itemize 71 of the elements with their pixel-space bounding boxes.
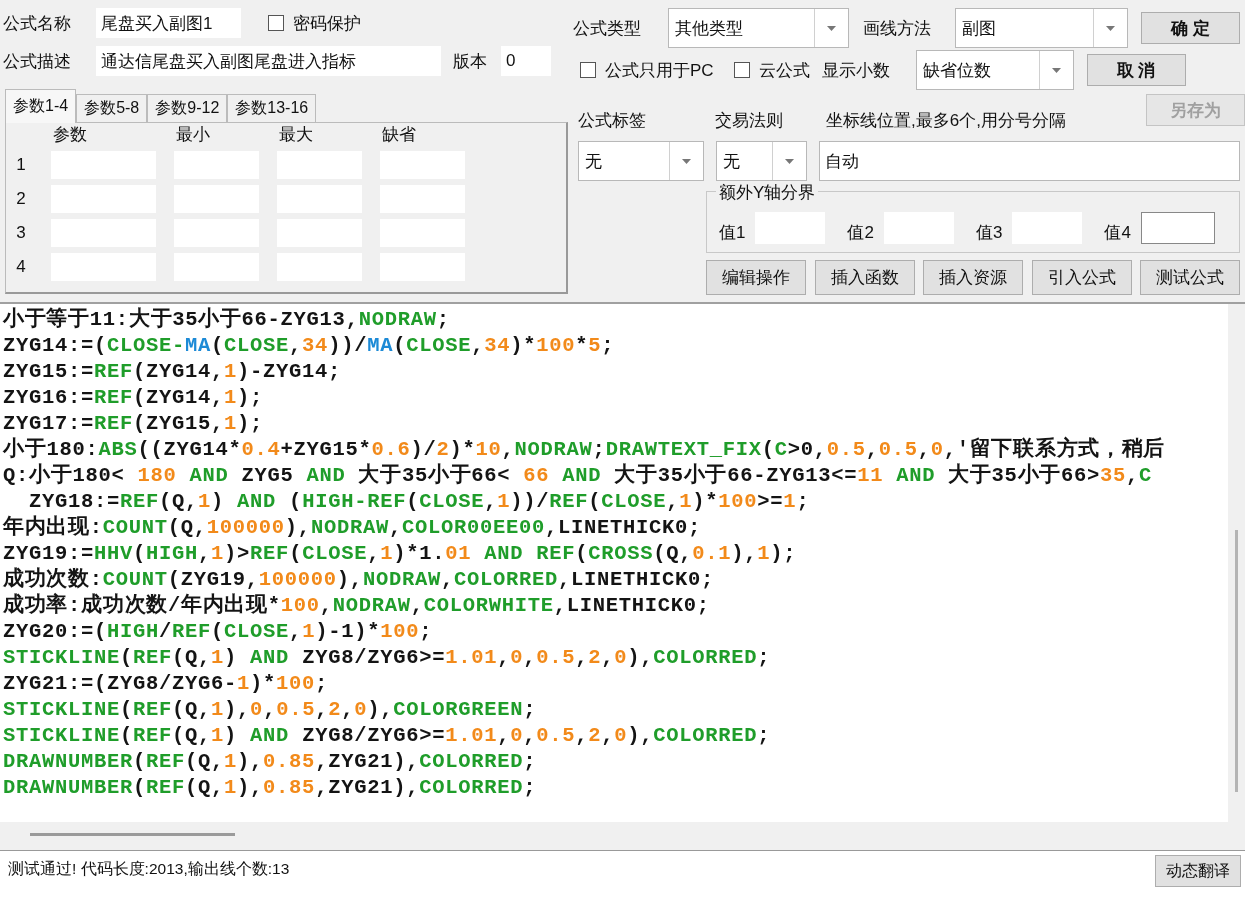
value-label: 值2 <box>847 222 874 244</box>
code-line: ZYG14:=(CLOSE-MA(CLOSE,34))/MA(CLOSE,34)*100*5; <box>3 333 616 359</box>
column-header: 参数 <box>52 123 88 146</box>
field-label: 公式描述 <box>2 50 72 73</box>
code-line: ZYG18:=REF(Q,1) AND (HIGH-REF(CLOSE,1))/REF(CLOSE,1)*100>=1; <box>28 489 811 515</box>
tab[interactable]: 参数1-4 <box>5 89 77 123</box>
text-field[interactable]: 通达信尾盘买入副图尾盘进入指标 <box>96 46 441 76</box>
value-label: 值1 <box>719 222 746 244</box>
dropdown[interactable]: 副图 <box>955 8 1128 48</box>
dropdown[interactable]: 无 <box>716 141 807 181</box>
dialog-button[interactable]: 确 定 <box>1141 12 1240 44</box>
code-line: STICKLINE(REF(Q,1) AND ZYG8/ZYG6>=1.01,0,0.5,2,0),COLORRED; <box>3 723 772 749</box>
toolbar-button[interactable]: 测试公式 <box>1140 260 1240 295</box>
value-label: 值4 <box>1104 222 1131 244</box>
code-line: DRAWNUMBER(REF(Q,1),0.85,ZYG21),COLORRED; <box>3 749 538 775</box>
tab[interactable]: 参数5-8 <box>76 94 148 122</box>
field-label: 交易法则 <box>715 110 784 132</box>
column-header: 缺省 <box>381 123 417 146</box>
checkbox[interactable] <box>580 62 596 78</box>
code-line: 成功率:成功次数/年内出现*100,NODRAW,COLORWHITE,LINETHICK0; <box>3 593 711 619</box>
field-label: 显示小数 <box>821 59 891 82</box>
code-line: ZYG17:=REF(ZYG15,1); <box>3 411 265 437</box>
translate-button[interactable]: 动态翻译 <box>1155 855 1241 887</box>
toolbar-button[interactable]: 插入函数 <box>814 260 915 295</box>
code-line: 小于180:ABS((ZYG14*0.4+ZYG15*0.6)/2)*10,NODRAW;DRAWTEXT_FIX(C>0,0.5,0.5,0,'留下联系方式，稍后 <box>3 437 1167 463</box>
text-field[interactable]: 自动 <box>819 141 1240 181</box>
field-label: 公式名称 <box>2 12 72 35</box>
checkbox-label: 密码保护 <box>293 12 361 35</box>
checkbox[interactable] <box>733 62 750 78</box>
dropdown[interactable]: 其他类型 <box>668 8 849 48</box>
row-number: 4 <box>15 257 27 277</box>
tab[interactable]: 参数9-12 <box>147 94 228 122</box>
dropdown[interactable]: 缺省位数 <box>915 50 1074 90</box>
code-line: STICKLINE(REF(Q,1),0,0.5,2,0),COLORGREEN; <box>3 697 538 723</box>
code-line: Q:小于180< 180 AND ZYG5 AND 大于35小于66< 66 AND 大于35小于66-ZYG13<=11 AND 大于35小于66>35,C <box>3 463 1154 489</box>
row-number: 2 <box>15 189 27 209</box>
value-label: 值3 <box>975 222 1003 244</box>
toolbar-button[interactable]: 编辑操作 <box>706 260 806 295</box>
code-line: DRAWNUMBER(REF(Q,1),0.85,ZYG21),COLORRED; <box>3 775 538 801</box>
code-line: ZYG16:=REF(ZYG14,1); <box>3 385 265 411</box>
code-line: ZYG15:=REF(ZYG14,1)-ZYG14; <box>3 359 343 385</box>
text-field[interactable]: 0 <box>501 46 551 76</box>
code-line: 年内出现:COUNT(Q,100000),NODRAW,COLOR00EE00,LINETHICK0; <box>3 515 702 541</box>
input-field[interactable] <box>1140 212 1215 244</box>
status-message: 测试通过! 代码长度:2013,输出线个数:13 <box>7 859 291 879</box>
tab[interactable]: 参数13-16 <box>227 94 317 122</box>
row-number: 3 <box>15 223 27 243</box>
checkbox-label: 云公式 <box>758 59 810 82</box>
code-line: ZYG19:=HHV(HIGH,1)>REF(CLOSE,1)*1.01 AND REF(CROSS(Q,0.1),1); <box>3 541 798 567</box>
code-line: ZYG20:=(HIGH/REF(CLOSE,1)-1)*100; <box>3 619 434 645</box>
text-field[interactable]: 尾盘买入副图1 <box>96 8 241 38</box>
code-line: 小于等于11:大于35小于66-ZYG13,NODRAW; <box>3 307 451 333</box>
field-label: 公式标签 <box>578 110 647 132</box>
dropdown[interactable]: 无 <box>578 141 704 181</box>
group-title: 额外Y轴分界 <box>716 181 819 204</box>
column-header: 最大 <box>278 123 314 146</box>
checkbox[interactable] <box>268 15 284 31</box>
dialog-button[interactable]: 取 消 <box>1086 54 1186 86</box>
toolbar-button[interactable]: 插入资源 <box>923 260 1023 295</box>
row-number: 1 <box>15 155 27 175</box>
field-label: 版本 <box>453 50 487 73</box>
field-label: 公式类型 <box>572 17 642 40</box>
field-label: 坐标线位置,最多6个,用分号分隔 <box>826 110 1066 132</box>
code-line: STICKLINE(REF(Q,1) AND ZYG8/ZYG6>=1.01,0,0.5,2,0),COLORRED; <box>3 645 772 671</box>
toolbar-button[interactable]: 引入公式 <box>1031 260 1132 295</box>
code-editor[interactable] <box>0 304 1228 822</box>
code-line: ZYG21:=(ZYG8/ZYG6-1)*100; <box>3 671 330 697</box>
column-header: 最小 <box>175 123 211 146</box>
field-label: 画线方法 <box>862 17 932 40</box>
checkbox-label: 公式只用于PC <box>605 59 714 82</box>
code-line: 成功次数:COUNT(ZYG19,100000),NODRAW,COLORRED,LINETHICK0; <box>3 567 715 593</box>
